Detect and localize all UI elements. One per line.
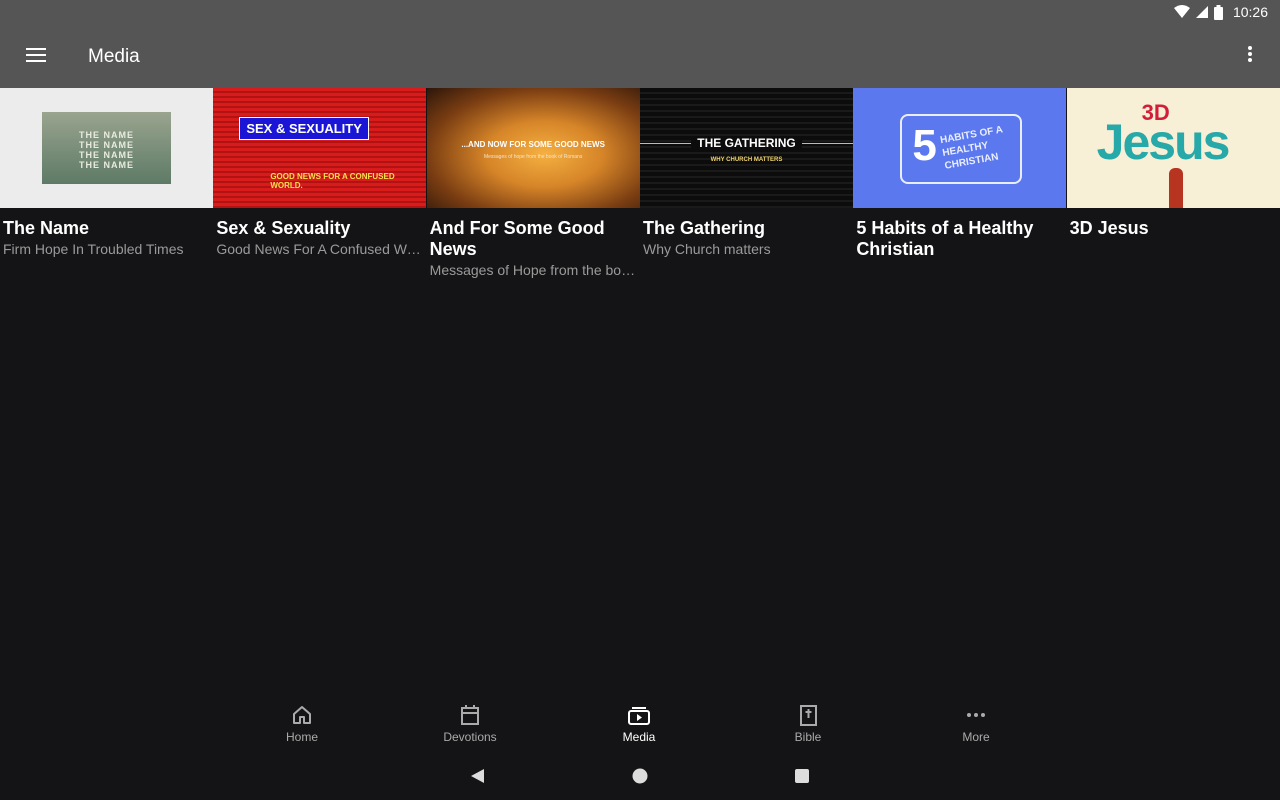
page-title: Media [88,46,140,67]
status-time: 10:26 [1232,4,1268,20]
home-circle-icon[interactable] [630,766,650,786]
nav-item-bible[interactable]: Bible [758,704,858,744]
bible-icon [758,704,858,726]
thumbnail-text: THE NAME [79,150,134,160]
menu-icon[interactable] [16,44,56,68]
nav-item-home[interactable]: Home [252,704,352,744]
thumbnail-text: SEX & SEXUALITY [239,117,369,140]
recents-icon[interactable] [792,766,812,786]
media-subtitle: Good News For A Confused Wo… [216,241,423,257]
media-thumbnail: 3D Jesus [1066,88,1280,208]
wifi-icon [1173,5,1190,18]
media-title: 3D Jesus [1069,218,1149,238]
media-card-sex-sexuality[interactable]: SEX & SEXUALITY GOOD NEWS FOR A CONFUSED… [213,88,427,278]
more-horizontal-icon [926,704,1026,726]
thumbnail-text: Jesus [1096,114,1231,170]
thumbnail-text: Messages of hope from the book of Romans [483,154,583,160]
media-title: Sex & Sexuality [216,218,351,238]
overflow-menu-icon[interactable] [1238,44,1262,68]
thumbnail-frame: 5 HABITS OF A HEALTHY CHRISTIAN [900,114,1023,184]
media-subtitle: Messages of Hope from the bo… [429,262,636,278]
media-thumbnail: ...AND NOW FOR SOME GOOD NEWS Messages o… [426,88,640,208]
media-thumbnail: 5 HABITS OF A HEALTHY CHRISTIAN [853,88,1067,208]
nav-label: Bible [794,730,822,744]
thumbnail-text: ...AND NOW FOR SOME GOOD NEWS [461,140,605,149]
thumbnail-text: HABITS OF A HEALTHY CHRISTIAN [939,124,1004,172]
media-title: The Name [3,218,90,238]
nav-label: Media [622,730,656,744]
home-icon [252,704,352,726]
app-bar: Media [0,24,1280,88]
battery-icon [1213,4,1223,20]
nav-label: Devotions [443,730,497,744]
media-card-the-gathering[interactable]: THE GATHERING WHY CHURCH MATTERS The Gat… [639,88,853,278]
system-navigation-bar [0,752,1280,800]
thumbnail-text: 5 [912,121,937,170]
nav-item-media[interactable]: Media [589,704,689,744]
media-thumbnail: THE GATHERING WHY CHURCH MATTERS [639,88,853,208]
media-subtitle: Firm Hope In Troubled Times [3,241,184,257]
media-card-the-name[interactable]: THE NAME THE NAME THE NAME THE NAME The … [0,88,213,278]
thumbnail-text: THE NAME [79,160,134,170]
media-subtitle: Why Church matters [642,241,771,257]
video-library-icon [589,704,689,726]
media-title: The Gathering [642,218,765,238]
media-thumbnail: SEX & SEXUALITY GOOD NEWS FOR A CONFUSED… [213,88,427,208]
thumbnail-text: THE NAME [79,130,134,140]
nav-label: More [962,730,990,744]
thumbnail-text: WHY CHURCH MATTERS [710,157,783,163]
back-icon[interactable] [468,766,488,786]
nav-item-devotions[interactable]: Devotions [420,704,520,744]
thumbnail-text: GOOD NEWS FOR A CONFUSED WORLD. [270,172,395,190]
nav-label: Home [285,730,318,744]
calendar-icon [420,704,520,726]
thumbnail-title: THE GATHERING [640,136,853,150]
media-thumbnail: THE NAME THE NAME THE NAME THE NAME [0,88,213,208]
jesus-figure-image [1168,168,1183,208]
media-title: And For Some Good News [429,218,605,259]
bottom-navigation: Home Devotions Media Bible More [0,696,1280,752]
media-card-5-habits[interactable]: 5 HABITS OF A HEALTHY CHRISTIAN 5 Habits… [853,88,1067,278]
nav-item-more[interactable]: More [926,704,1026,744]
media-card-3d-jesus[interactable]: 3D Jesus 3D Jesus [1066,88,1280,278]
cell-signal-icon [1195,6,1208,18]
media-title: 5 Habits of a Healthy Christian [856,218,1034,259]
thumbnail-text: THE GATHERING [691,136,802,150]
status-bar: 10:26 [0,0,1280,24]
media-grid: THE NAME THE NAME THE NAME THE NAME The … [0,88,1280,278]
media-card-good-news[interactable]: ...AND NOW FOR SOME GOOD NEWS Messages o… [426,88,640,278]
thumbnail-text: THE NAME [79,140,134,150]
